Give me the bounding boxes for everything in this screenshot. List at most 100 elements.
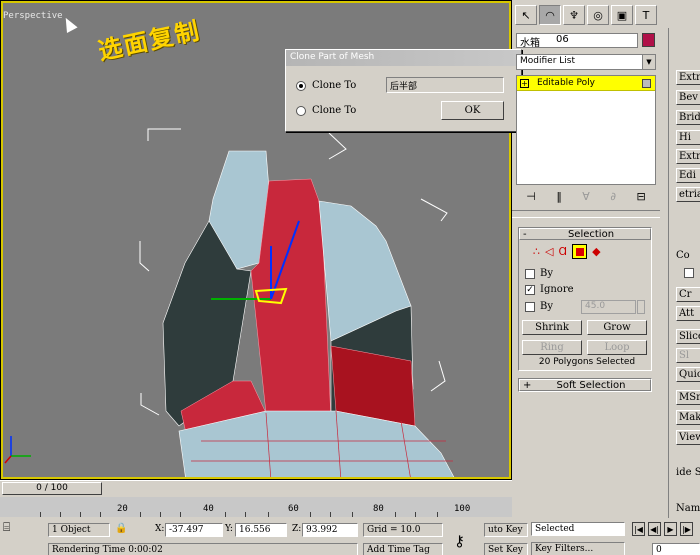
modify-tab-icon[interactable]: ◠	[539, 5, 561, 25]
z-label: Z:	[292, 524, 302, 534]
object-color-swatch[interactable]	[642, 33, 655, 47]
edge-icon[interactable]: ◁	[545, 245, 553, 258]
make-planar-button[interactable]: Make	[676, 410, 700, 425]
ring-button[interactable]: Ring	[522, 340, 582, 355]
selection-lock-icon[interactable]: 🔒	[115, 523, 127, 534]
z-coordinate-field[interactable]: 93.992	[302, 523, 358, 537]
radio-unselected-icon[interactable]	[296, 105, 306, 116]
attach-button[interactable]: Att	[676, 306, 700, 321]
clone-to-element-option[interactable]: Clone To	[296, 105, 356, 116]
grow-button[interactable]: Grow	[587, 320, 647, 335]
prompt-line: Rendering Time 0:00:02	[48, 543, 358, 555]
by-vertex-checkbox[interactable]: By	[525, 268, 553, 279]
retriangulate-button[interactable]: etria	[676, 187, 700, 202]
time-slider-track[interactable]: 0 / 100	[0, 480, 512, 496]
hinge-button[interactable]: Hi	[676, 130, 700, 145]
status-bar: ⌸ 1 Object 🔒 X: -37.497 Y: 16.556 Z: 93.…	[0, 518, 700, 555]
hide-selected-label: ide S	[676, 467, 700, 478]
subobject-icons: ∴ ◁ Ɑ ◆	[533, 244, 601, 259]
vertex-icon[interactable]: ∴	[533, 245, 540, 258]
key-filters-button[interactable]: Key Filters...	[531, 542, 625, 555]
maxscript-listener-icon[interactable]: ⌸	[3, 520, 10, 535]
slice-plane-button[interactable]: Slice	[676, 329, 700, 344]
display-tab-icon[interactable]: ▣	[611, 5, 633, 25]
stack-item-editable-poly[interactable]: + Editable Poly	[517, 76, 655, 91]
object-number-text: 06	[556, 34, 569, 45]
selection-title: Selection	[567, 228, 615, 240]
auto-key-button[interactable]: uto Key	[484, 523, 528, 537]
show-end-result-icon[interactable]: ‖	[556, 190, 562, 203]
create-button[interactable]: Cr	[676, 287, 700, 302]
quickslice-button[interactable]: Quic	[676, 367, 700, 382]
msmooth-button[interactable]: MSmo	[676, 390, 700, 405]
checkbox-unchecked-icon[interactable]	[684, 268, 694, 278]
modifier-list-label: Modifier List	[520, 56, 575, 66]
polygon-icon[interactable]	[572, 244, 588, 259]
grid-size-field: Grid = 10.0	[363, 523, 443, 537]
motion-tab-icon[interactable]: ◎	[587, 5, 609, 25]
object-name-input[interactable]: 后半部	[386, 77, 504, 93]
extrude-button[interactable]: Extr	[676, 70, 700, 85]
ok-button[interactable]: OK	[441, 101, 504, 120]
current-frame-field[interactable]: 0	[652, 543, 700, 555]
time-slider[interactable]: 0 / 100	[2, 482, 102, 495]
set-key-icon[interactable]: ⚷	[454, 532, 465, 550]
play-icon[interactable]: ▶	[664, 522, 677, 536]
clone-part-of-mesh-dialog: Clone Part of Mesh Clone To 后半部 Clone To…	[285, 49, 522, 132]
spinner-arrows-icon[interactable]	[637, 300, 645, 314]
remove-modifier-icon[interactable]: ∂	[610, 190, 616, 203]
named-selections-label: Name	[676, 503, 700, 514]
stack-toggle-icon[interactable]	[642, 78, 651, 88]
element-icon[interactable]: ◆	[592, 245, 600, 258]
x-coordinate-field[interactable]: -37.497	[165, 523, 223, 537]
hierarchy-tab-icon[interactable]: ♆	[563, 5, 585, 25]
ruler-label: 20	[117, 504, 128, 514]
previous-frame-icon[interactable]: ◀|	[648, 522, 661, 536]
utilities-tab-icon[interactable]: T	[635, 5, 657, 25]
goto-start-icon[interactable]: |◀	[632, 522, 645, 536]
view-align-button[interactable]: View	[676, 430, 700, 445]
soft-selection-title: Soft Selection	[556, 379, 626, 391]
angle-spinner[interactable]: 45.0	[581, 300, 636, 314]
clone-to-element-label: Clone To	[312, 105, 357, 116]
key-mode-dropdown[interactable]: Selected	[531, 522, 625, 536]
by-angle-checkbox[interactable]: By	[525, 301, 553, 312]
modifier-stack[interactable]: + Editable Poly	[516, 75, 656, 185]
selection-rollout-header[interactable]: - Selection	[519, 228, 651, 240]
shrink-button[interactable]: Shrink	[522, 320, 582, 335]
border-icon[interactable]: Ɑ	[558, 245, 567, 258]
set-key-button[interactable]: Set Key	[484, 543, 528, 555]
bevel-button[interactable]: Bev	[676, 90, 700, 105]
loop-button[interactable]: Loop	[587, 340, 647, 355]
dropdown-arrow-icon[interactable]: ▼	[642, 55, 655, 69]
next-frame-icon[interactable]: |▶	[680, 522, 693, 536]
soft-selection-header[interactable]: + Soft Selection	[519, 379, 651, 391]
ignore-backfacing-checkbox[interactable]: ✓ Ignore	[525, 284, 574, 295]
checkbox-checked-icon[interactable]: ✓	[525, 284, 535, 295]
edit-triangulation-button[interactable]: Edi	[676, 168, 700, 183]
soft-selection-rollout: + Soft Selection	[518, 378, 652, 392]
make-unique-icon[interactable]: ∀	[582, 190, 590, 203]
radio-selected-icon[interactable]	[296, 80, 306, 91]
object-name-field[interactable]: 水箱 06	[516, 33, 638, 49]
bridge-button[interactable]: Brid	[676, 110, 700, 125]
ruler-label: 100	[454, 504, 471, 514]
track-bar[interactable]: 20 40 60 80 100	[0, 497, 512, 517]
viewport-label[interactable]: Perspective	[3, 11, 63, 21]
modifier-list-dropdown[interactable]: Modifier List ▼	[516, 54, 656, 70]
y-coordinate-field[interactable]: 16.556	[235, 523, 287, 537]
pin-stack-icon[interactable]: ⊣	[526, 190, 536, 203]
command-panel-tabs: ↖ ◠ ♆ ◎ ▣ T	[513, 5, 658, 28]
collapse-label: Co	[676, 250, 690, 261]
add-time-tag-button[interactable]: Add Time Tag	[363, 543, 443, 555]
object-name-text: 水箱	[520, 38, 540, 49]
clone-to-object-option[interactable]: Clone To	[296, 80, 356, 91]
checkbox-unchecked-icon[interactable]	[525, 268, 535, 279]
extrude-along-button[interactable]: Extru	[676, 149, 700, 164]
create-tab-icon[interactable]: ↖	[515, 5, 537, 25]
clone-to-object-label: Clone To	[312, 80, 357, 91]
slice-button[interactable]: Sl	[676, 348, 700, 363]
configure-sets-icon[interactable]: ⊟	[637, 190, 646, 203]
expand-icon[interactable]: +	[520, 78, 529, 88]
checkbox-unchecked-icon[interactable]	[525, 301, 535, 312]
